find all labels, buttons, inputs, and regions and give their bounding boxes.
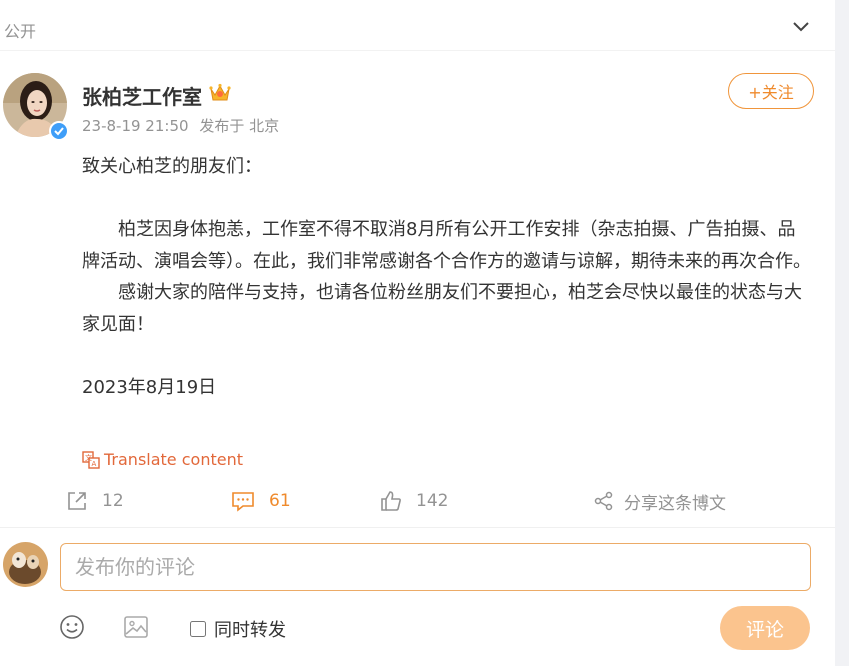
- post-header-bar: 公开: [0, 0, 835, 51]
- submit-comment-button[interactable]: 评论: [720, 606, 810, 650]
- divider: [0, 527, 835, 528]
- verified-badge-icon: [49, 121, 69, 141]
- repost-button[interactable]: 12: [66, 486, 124, 516]
- scrollbar[interactable]: [835, 0, 849, 666]
- emoji-icon[interactable]: [59, 614, 85, 640]
- thumbs-up-icon: [381, 491, 401, 511]
- translate-icon: 文 A: [82, 450, 100, 469]
- post-date-line: 2023年8月19日: [82, 376, 217, 398]
- post-meta: 23-8-19 21:50 发布于 北京: [82, 115, 285, 136]
- image-icon[interactable]: [123, 614, 149, 640]
- repost-too-checkbox[interactable]: [190, 621, 206, 637]
- comment-button[interactable]: 61: [231, 486, 291, 516]
- post-timestamp[interactable]: 23-8-19 21:50: [82, 117, 189, 135]
- comment-input[interactable]: [60, 543, 811, 591]
- crown-icon: [209, 83, 231, 101]
- share-button[interactable]: 分享这条博文: [594, 486, 726, 516]
- repost-too-option[interactable]: 同时转发: [190, 616, 286, 642]
- post-paragraph: 柏芝因身体抱恙，工作室不得不取消8月所有公开工作安排（杂志拍摄、广告拍摄、品牌活…: [82, 219, 811, 272]
- post-actions: 12 61 142 分享这条博文: [0, 481, 835, 521]
- author-name[interactable]: 张柏芝工作室: [82, 81, 202, 110]
- share-icon: [594, 491, 613, 511]
- post-content: 致关心柏芝的朋友们： 柏芝因身体抱恙，工作室不得不取消8月所有公开工作安排（杂志…: [82, 151, 812, 403]
- translate-link[interactable]: 文 A Translate content: [82, 450, 243, 469]
- repost-icon: [68, 492, 86, 510]
- post-card: 公开 张柏芝工作室 23-8-19 21:50 发布于 北京 +关注 致关心柏芝…: [0, 0, 835, 666]
- svg-text:A: A: [92, 460, 97, 468]
- like-button[interactable]: 142: [380, 486, 448, 516]
- post-location: 发布于 北京: [199, 117, 280, 135]
- visibility-label: 公开: [4, 22, 37, 41]
- current-user-avatar[interactable]: [3, 542, 48, 587]
- chevron-down-icon[interactable]: [791, 16, 811, 36]
- post-paragraph: 感谢大家的陪伴与支持，也请各位粉丝朋友们不要担心，柏芝会尽快以最佳的状态与大家见…: [82, 282, 802, 335]
- follow-button[interactable]: +关注: [728, 73, 814, 109]
- post-greeting: 致关心柏芝的朋友们：: [82, 156, 262, 177]
- comment-icon: [232, 492, 254, 512]
